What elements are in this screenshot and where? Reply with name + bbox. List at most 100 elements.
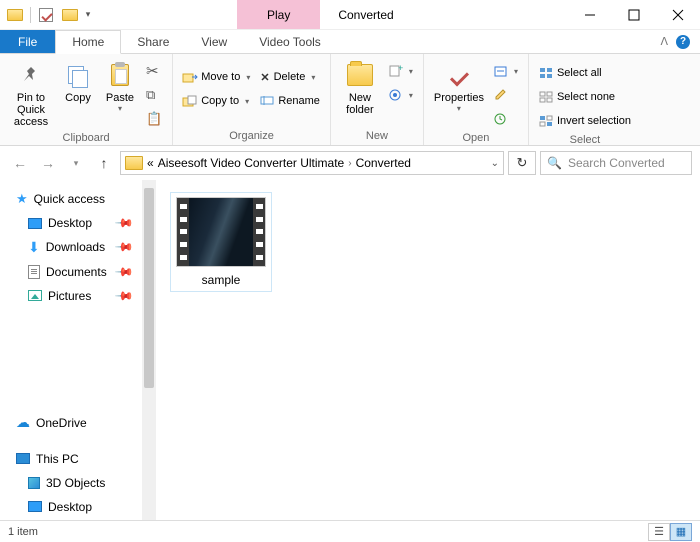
sidebar-pictures[interactable]: Pictures📌 — [16, 287, 138, 305]
pin-icon: 📌 — [114, 237, 134, 257]
breadcrumb-overflow[interactable]: « — [147, 156, 154, 170]
copy-to-button[interactable]: Copy to▾ — [179, 90, 254, 112]
properties-button[interactable]: Properties ▾ — [430, 58, 488, 113]
contextual-tab-header: Play Converted — [237, 0, 412, 29]
group-clipboard: Pin to Quick access Copy Paste ▾ ✂ ⧉ 📋 C… — [0, 54, 173, 145]
tab-video-tools[interactable]: Video Tools — [243, 30, 337, 53]
open-group-label: Open — [424, 130, 528, 147]
thumbnails-view-button[interactable]: ▦ — [670, 523, 692, 541]
breadcrumb-separator[interactable]: › — [348, 158, 351, 169]
copy-path-button[interactable]: ⧉ — [142, 84, 166, 106]
delete-label: Delete — [274, 71, 306, 83]
sidebar-3d-objects[interactable]: 3D Objects — [16, 474, 138, 492]
svg-text:+: + — [398, 63, 403, 73]
copy-path-icon: ⧉ — [146, 87, 155, 103]
move-to-label: Move to — [201, 71, 240, 83]
pictures-icon — [28, 290, 42, 301]
quick-access-toolbar: ▾ — [0, 4, 97, 26]
address-bar[interactable]: « Aiseesoft Video Converter Ultimate › C… — [120, 151, 504, 175]
checkmark-icon — [448, 64, 470, 86]
help-icon[interactable]: ? — [676, 35, 690, 49]
close-button[interactable] — [656, 0, 700, 30]
search-icon: 🔍 — [547, 156, 562, 170]
details-view-button[interactable]: ☰ — [648, 523, 670, 541]
tab-home[interactable]: Home — [55, 30, 121, 54]
scrollbar-thumb[interactable] — [144, 188, 154, 388]
search-box[interactable]: 🔍 Search Converted — [540, 151, 692, 175]
open-button[interactable]: ▾ — [490, 60, 522, 82]
video-tools-context-label: Play — [237, 0, 320, 29]
sidebar-downloads[interactable]: ⬇Downloads📌 — [16, 238, 138, 256]
select-none-label: Select none — [557, 91, 615, 103]
move-to-icon — [183, 71, 197, 83]
up-button[interactable]: ↑ — [92, 151, 116, 175]
new-item-button[interactable]: +▾ — [385, 60, 417, 82]
status-bar: 1 item ☰ ▦ — [0, 520, 700, 542]
pin-to-quick-access-button[interactable]: Pin to Quick access — [6, 58, 56, 128]
qat-customize-dropdown[interactable]: ▾ — [83, 7, 93, 23]
tab-file[interactable]: File — [0, 30, 55, 53]
ribbon-collapse-icon[interactable]: ᐱ — [660, 35, 668, 48]
edit-button[interactable] — [490, 84, 522, 106]
paste-icon — [111, 64, 129, 86]
delete-button[interactable]: ✕ Delete▾ — [256, 66, 324, 88]
copy-label: Copy — [65, 92, 91, 104]
cut-button[interactable]: ✂ — [142, 60, 166, 82]
qat-properties-icon[interactable] — [35, 4, 57, 26]
rename-icon — [260, 94, 274, 109]
invert-selection-button[interactable]: Invert selection — [535, 110, 635, 132]
select-all-icon — [539, 67, 553, 79]
clipboard-group-label: Clipboard — [0, 130, 172, 147]
download-icon: ⬇ — [28, 239, 40, 256]
back-button[interactable]: ← — [8, 151, 32, 175]
sidebar-this-pc[interactable]: This PC — [16, 449, 138, 467]
paste-shortcut-button[interactable]: 📋 — [142, 108, 166, 130]
recent-locations-button[interactable]: ▾ — [64, 151, 88, 175]
rename-label: Rename — [278, 95, 320, 107]
move-to-button[interactable]: Move to▾ — [179, 66, 254, 88]
pin-icon — [21, 65, 41, 85]
maximize-button[interactable] — [612, 0, 656, 30]
history-button[interactable] — [490, 108, 522, 130]
document-icon — [28, 265, 40, 279]
rename-button[interactable]: Rename — [256, 90, 324, 112]
breadcrumb-2[interactable]: Converted — [356, 156, 411, 170]
forward-button[interactable]: → — [36, 151, 60, 175]
new-folder-button[interactable]: New folder — [337, 58, 383, 116]
navigation-bar: ← → ▾ ↑ « Aiseesoft Video Converter Ulti… — [0, 146, 700, 180]
refresh-button[interactable]: ↻ — [508, 151, 536, 175]
edit-icon — [494, 89, 508, 101]
qat-folder-icon[interactable] — [4, 4, 26, 26]
select-none-button[interactable]: Select none — [535, 86, 635, 108]
scissors-icon: ✂ — [146, 62, 159, 80]
qat-new-folder-icon[interactable] — [59, 4, 81, 26]
ribbon: Pin to Quick access Copy Paste ▾ ✂ ⧉ 📋 C… — [0, 54, 700, 146]
sidebar-quick-access[interactable]: ★Quick access — [16, 190, 138, 208]
minimize-button[interactable] — [568, 0, 612, 30]
sidebar-desktop-pc[interactable]: Desktop — [16, 498, 138, 516]
address-dropdown-icon[interactable]: ⌄ — [491, 158, 499, 169]
select-all-button[interactable]: Select all — [535, 62, 635, 84]
invert-selection-icon — [539, 115, 553, 127]
sidebar-onedrive[interactable]: ☁OneDrive — [16, 414, 138, 432]
sidebar-scrollbar[interactable] — [142, 180, 156, 520]
group-organize: Move to▾ Copy to▾ ✕ Delete▾ Rename Organ… — [173, 54, 331, 145]
file-list[interactable]: sample — [156, 180, 700, 520]
history-icon — [494, 113, 508, 125]
group-select: Select all Select none Invert selection … — [529, 54, 641, 145]
properties-label: Properties — [434, 92, 484, 104]
sidebar-documents[interactable]: Documents📌 — [16, 263, 138, 281]
copy-button[interactable]: Copy — [58, 58, 98, 104]
video-thumbnail — [176, 197, 266, 267]
desktop-icon — [28, 501, 42, 512]
easy-access-button[interactable]: ▾ — [385, 84, 417, 106]
select-all-label: Select all — [557, 67, 602, 79]
copy-to-label: Copy to — [201, 95, 239, 107]
breadcrumb-1[interactable]: Aiseesoft Video Converter Ultimate — [158, 156, 345, 170]
paste-button[interactable]: Paste ▾ — [100, 58, 140, 113]
tab-view[interactable]: View — [185, 30, 243, 53]
file-item-sample[interactable]: sample — [170, 192, 272, 292]
explorer-body: ★Quick access Desktop📌 ⬇Downloads📌 Docum… — [0, 180, 700, 520]
sidebar-desktop[interactable]: Desktop📌 — [16, 214, 138, 232]
tab-share[interactable]: Share — [121, 30, 185, 53]
